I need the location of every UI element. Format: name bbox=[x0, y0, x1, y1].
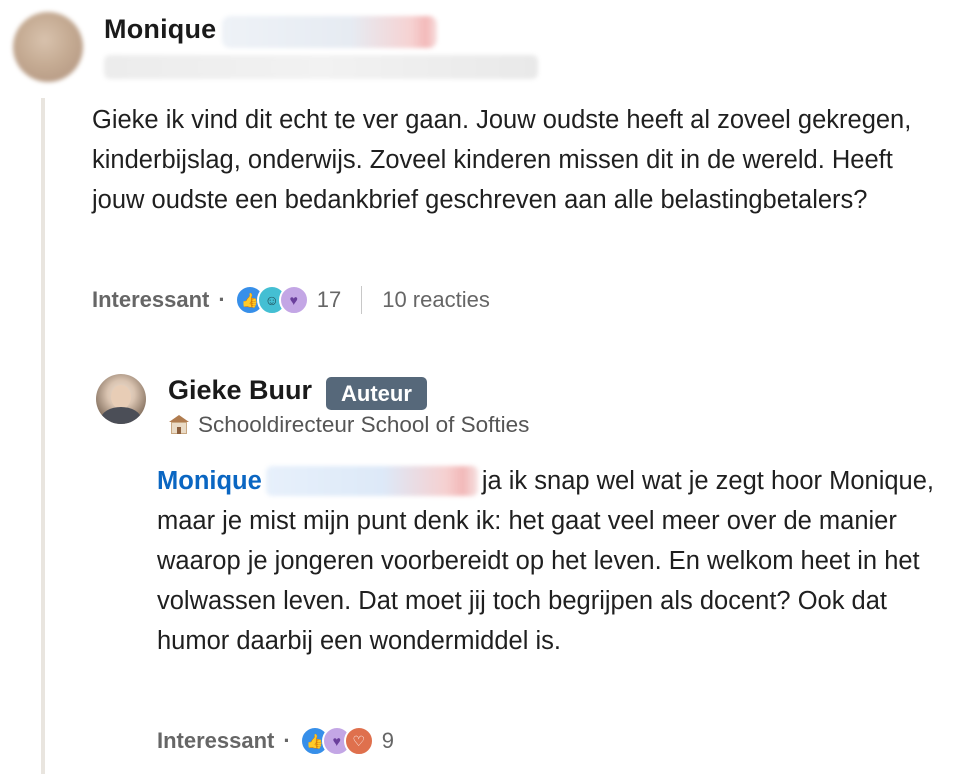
comment-body: Gieke ik vind dit echt te ver gaan. Jouw… bbox=[92, 106, 912, 214]
reply-actions: Interessant · 👍 ♥ ♡ 9 bbox=[157, 726, 394, 756]
reaction-count[interactable]: 17 bbox=[317, 287, 341, 313]
blurred-mention-surname bbox=[265, 466, 478, 496]
avatar-face bbox=[111, 385, 131, 409]
divider bbox=[361, 286, 363, 314]
reaction-icons[interactable]: 👍 ☺ ♥ bbox=[234, 285, 309, 315]
mention-link[interactable]: Monique bbox=[157, 467, 262, 495]
replies-link[interactable]: 10 reacties bbox=[382, 287, 490, 313]
react-button[interactable]: Interessant bbox=[92, 287, 209, 313]
separator-dot: · bbox=[283, 728, 291, 753]
school-icon bbox=[168, 415, 190, 435]
avatar[interactable] bbox=[96, 374, 146, 424]
separator-dot: · bbox=[218, 287, 226, 312]
avatar[interactable] bbox=[13, 12, 83, 82]
love-icon: ♡ bbox=[343, 726, 374, 756]
blurred-headline bbox=[104, 55, 538, 79]
avatar-shoulders bbox=[101, 407, 141, 424]
reaction-icons[interactable]: 👍 ♥ ♡ bbox=[299, 726, 374, 756]
comment-actions: Interessant · 👍 ☺ ♥ 17 10 reacties bbox=[92, 285, 490, 315]
reply-author-headline: Schooldirecteur School of Softies bbox=[168, 412, 529, 438]
thread-line bbox=[41, 98, 45, 774]
blurred-surname bbox=[222, 16, 437, 48]
comment-author-name[interactable]: Monique bbox=[104, 14, 216, 45]
support-icon: ♥ bbox=[278, 285, 309, 315]
reaction-count[interactable]: 9 bbox=[382, 728, 394, 754]
headline-text: Schooldirecteur School of Softies bbox=[198, 412, 530, 437]
react-button[interactable]: Interessant bbox=[157, 728, 274, 754]
author-badge: Auteur bbox=[326, 377, 427, 410]
reply-author-name[interactable]: Gieke Buur bbox=[168, 375, 312, 406]
reply-body: Monique ja ik snap wel wat je zegt hoor M… bbox=[157, 461, 947, 661]
